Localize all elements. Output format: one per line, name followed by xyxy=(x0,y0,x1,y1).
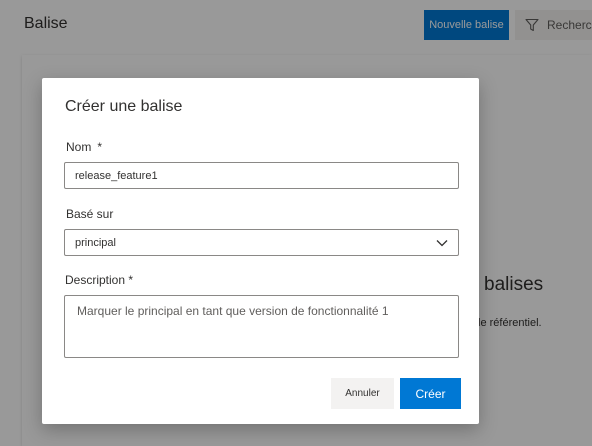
required-marker: * xyxy=(97,140,103,154)
based-on-value: principal xyxy=(75,236,116,249)
name-label-text: Nom xyxy=(66,140,92,154)
required-marker: * xyxy=(128,273,134,287)
description-label: Description * xyxy=(65,273,133,287)
description-textarea[interactable]: Marquer le principal en tant que version… xyxy=(64,295,459,358)
create-button[interactable]: Créer xyxy=(400,378,461,409)
based-on-select[interactable]: principal xyxy=(64,229,459,256)
create-tag-dialog: Créer une balise Nom * Basé sur principal… xyxy=(42,78,479,424)
name-label: Nom * xyxy=(66,140,102,154)
description-label-text: Description xyxy=(65,273,126,287)
based-on-label: Basé sur xyxy=(66,207,114,221)
chevron-down-icon xyxy=(436,239,448,246)
cancel-button[interactable]: Annuler xyxy=(331,378,394,409)
dialog-title: Créer une balise xyxy=(65,98,183,115)
name-input[interactable] xyxy=(64,162,459,189)
